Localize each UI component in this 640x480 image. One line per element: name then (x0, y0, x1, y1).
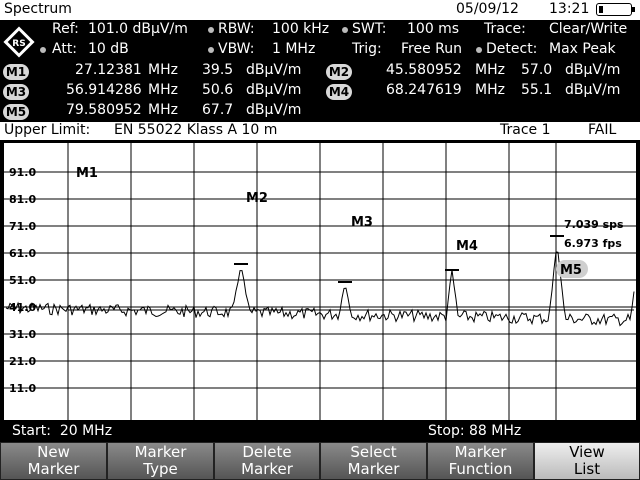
swt-label: SWT: (352, 21, 387, 37)
att-bullet (40, 47, 46, 53)
detect-label: Detect: (486, 41, 538, 57)
detect-bullet (476, 47, 482, 53)
ref-value[interactable]: 101.0 dBµV/m (88, 21, 188, 37)
marker-4-unit: MHz (475, 82, 505, 98)
marker-2-badge[interactable]: M2 (326, 64, 352, 80)
att-label: Att: (52, 41, 78, 57)
y-tick-label: 61.0 (9, 247, 36, 260)
marker-2-level: 57.0 (521, 62, 553, 78)
y-tick-label: 81.0 (9, 193, 36, 206)
marker-5-freq: 79.580952 (66, 102, 142, 118)
title-bar: Spectrum 05/09/12 13:21 (0, 0, 640, 20)
trace-value[interactable]: Clear/Write (549, 21, 627, 37)
limit-value: EN 55022 Klass A 10 m (114, 122, 278, 138)
swt-value[interactable]: 100 ms (407, 21, 459, 37)
marker-3-level-unit: dBµV/m (246, 82, 302, 98)
marker-3-level: 50.6 (202, 82, 234, 98)
spectrum-plot[interactable]: 91.0 81.0 71.0 61.0 51.0 41.0 31.0 21.0 11.0 M1 … (3, 142, 637, 421)
y-tick-label: 51.0 (9, 274, 36, 287)
sweep-rate-fps: 6.973 fps (564, 237, 622, 250)
marker-5-unit: MHz (148, 102, 178, 118)
span-bar: Start: 20 MHz Stop: 88 MHz (0, 423, 640, 441)
limit-status-bar: Upper Limit: EN 55022 Klass A 10 m Trace… (0, 122, 640, 140)
marker-labels: M1 M2 M3 M4 M5 7.039 sps 6.973 fps (76, 166, 624, 278)
softkey-bar: New Marker Marker Type Delete Marker Select… (0, 441, 640, 480)
marker-2-unit: MHz (475, 62, 505, 78)
rbw-bullet (208, 27, 214, 33)
plot-marker-m4: M4 (456, 239, 478, 254)
vbw-label: VBW: (218, 41, 255, 57)
rbw-value[interactable]: 100 kHz (272, 21, 329, 37)
spectrum-svg: 91.081.071.061.051.041.031.021.011.0 M1 … (3, 142, 637, 421)
marker-5-level: 67.7 (202, 102, 234, 118)
marker-lines (234, 235, 564, 283)
sweep-rate-sps: 7.039 sps (564, 218, 624, 231)
vbw-value[interactable]: 1 MHz (272, 41, 315, 57)
date-display: 05/09/12 (456, 1, 519, 17)
y-tick-label: 41.0 (9, 301, 36, 314)
trig-label: Trig: (352, 41, 382, 57)
plot-marker-m3: M3 (351, 215, 373, 230)
marker-1-freq: 27.12381 (75, 62, 142, 78)
marker-function-button[interactable]: Marker Function (427, 442, 534, 480)
marker-4-level: 55.1 (521, 82, 553, 98)
y-tick-label: 21.0 (9, 355, 36, 368)
marker-1-badge[interactable]: M1 (3, 64, 29, 80)
marker-3-freq: 56.914286 (66, 82, 142, 98)
marker-1-unit: MHz (148, 62, 178, 78)
fail-indicator: FAIL (588, 122, 617, 138)
y-tick-label: 71.0 (9, 220, 36, 233)
marker-3-unit: MHz (148, 82, 178, 98)
trace-indicator: Trace 1 (500, 122, 551, 138)
y-axis-ticks: 91.081.071.061.051.041.031.021.011.0 (9, 166, 36, 395)
marker-1-level-unit: dBµV/m (246, 62, 302, 78)
trig-value[interactable]: Free Run (401, 41, 462, 57)
marker-4-badge[interactable]: M4 (326, 84, 352, 100)
battery-icon (596, 3, 635, 16)
marker-1-level: 39.5 (202, 62, 234, 78)
plot-marker-m1: M1 (76, 166, 98, 181)
marker-type-button[interactable]: Marker Type (107, 442, 214, 480)
select-marker-button[interactable]: Select Marker (320, 442, 427, 480)
rohde-schwarz-logo-icon: RS (3, 26, 35, 58)
rbw-label: RBW: (218, 21, 255, 37)
y-tick-label: 31.0 (9, 328, 36, 341)
stop-frequency: Stop: 88 MHz (428, 423, 522, 439)
marker-2-freq: 45.580952 (386, 62, 462, 78)
marker-4-level-unit: dBµV/m (565, 82, 621, 98)
limit-label: Upper Limit: (4, 122, 91, 138)
marker-5-level-unit: dBµV/m (246, 102, 302, 118)
swt-bullet (342, 27, 348, 33)
plot-marker-m5: M5 (560, 263, 582, 278)
time-display: 13:21 (549, 1, 590, 17)
start-frequency: Start: 20 MHz (12, 423, 113, 439)
vbw-bullet (208, 47, 214, 53)
marker-3-badge[interactable]: M3 (3, 84, 29, 100)
grid-lines (3, 142, 637, 421)
y-tick-label: 11.0 (9, 382, 36, 395)
svg-text:RS: RS (12, 39, 25, 49)
plot-marker-m2: M2 (246, 191, 268, 206)
settings-panel: RS Ref: 101.0 dBµV/m RBW: 100 kHz SWT: 1… (0, 20, 640, 122)
ref-label: Ref: (52, 21, 79, 37)
att-value[interactable]: 10 dB (88, 41, 129, 57)
new-marker-button[interactable]: New Marker (0, 442, 107, 480)
delete-marker-button[interactable]: Delete Marker (214, 442, 320, 480)
trace-label: Trace: (484, 21, 526, 37)
detect-value[interactable]: Max Peak (549, 41, 616, 57)
app-title: Spectrum (4, 1, 72, 17)
marker-4-freq: 68.247619 (386, 82, 462, 98)
view-list-button[interactable]: View List (534, 442, 640, 480)
marker-2-level-unit: dBµV/m (565, 62, 621, 78)
marker-5-badge[interactable]: M5 (3, 104, 29, 120)
